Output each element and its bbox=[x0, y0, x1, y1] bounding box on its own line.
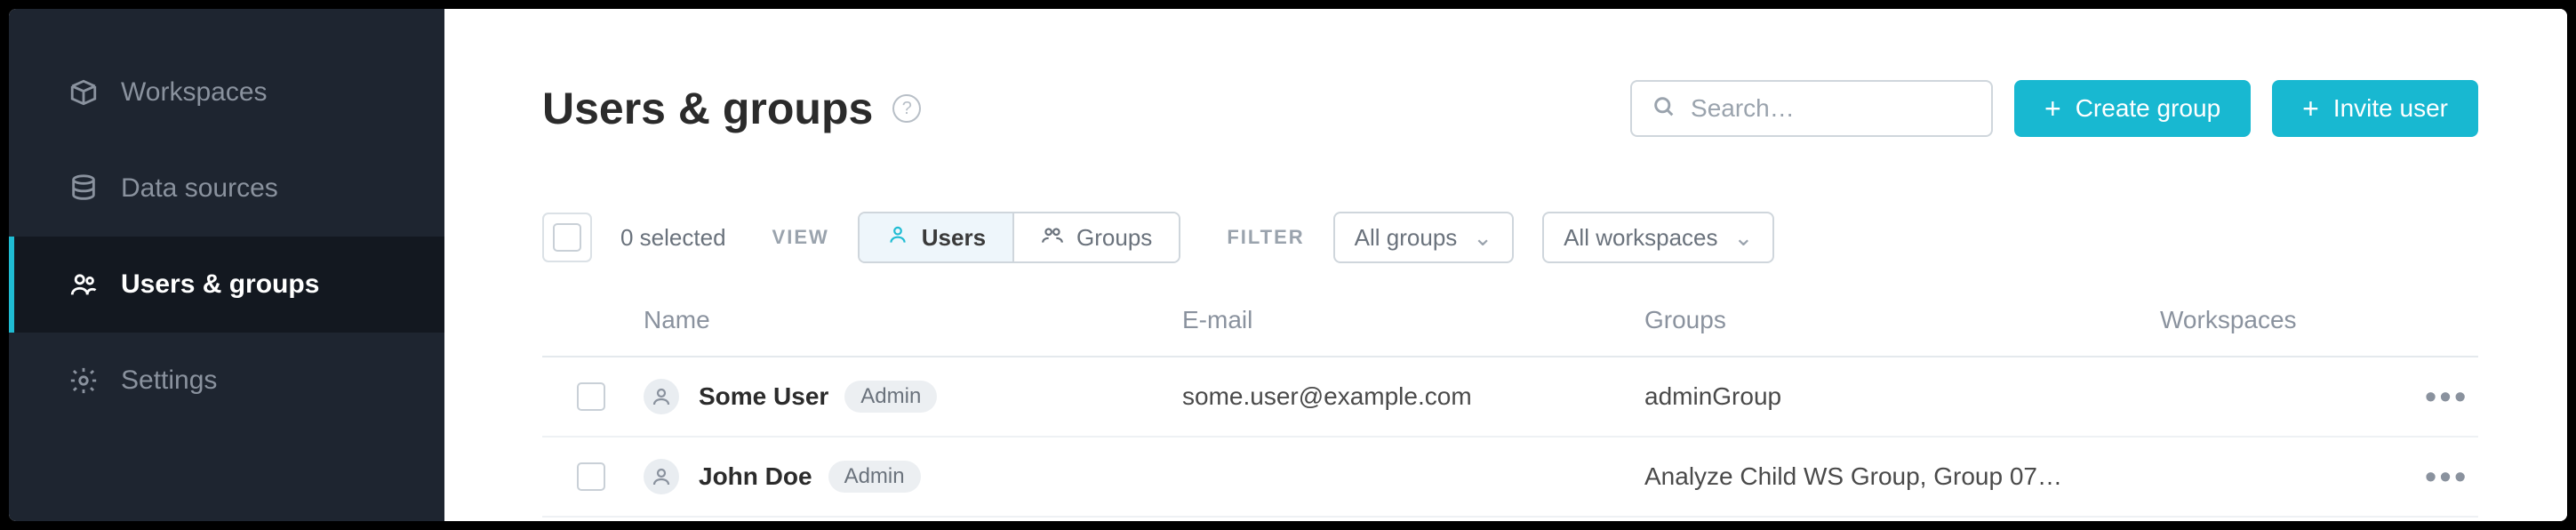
table-row: Some User Admin some.user@example.com ad… bbox=[542, 357, 2478, 438]
sidebar-item-users-groups[interactable]: Users & groups bbox=[9, 237, 444, 333]
button-label: Invite user bbox=[2333, 94, 2448, 123]
sidebar: Workspaces Data sources Users & groups S… bbox=[9, 9, 444, 521]
row-checkbox[interactable] bbox=[577, 382, 605, 411]
user-name[interactable]: John Doe bbox=[699, 462, 812, 491]
role-badge: Admin bbox=[828, 461, 921, 493]
role-badge: Admin bbox=[844, 381, 937, 413]
more-button[interactable]: ••• bbox=[2425, 458, 2478, 494]
select-all-frame bbox=[542, 213, 592, 262]
search-icon bbox=[1652, 94, 1676, 124]
selected-count: 0 selected bbox=[620, 224, 726, 252]
search-box[interactable] bbox=[1630, 80, 1993, 137]
avatar bbox=[644, 379, 679, 414]
title-wrap: Users & groups ? bbox=[542, 83, 921, 134]
gear-icon bbox=[68, 365, 100, 397]
select-all-checkbox[interactable] bbox=[553, 223, 581, 252]
invite-user-button[interactable]: + Invite user bbox=[2272, 80, 2478, 137]
plus-icon: + bbox=[2302, 94, 2319, 123]
tab-groups[interactable]: Groups bbox=[1014, 213, 1179, 261]
filter-label: FILTER bbox=[1227, 226, 1304, 249]
sidebar-item-label: Workspaces bbox=[121, 77, 268, 108]
page-title: Users & groups bbox=[542, 83, 873, 134]
user-email: some.user@example.com bbox=[1182, 382, 1644, 411]
user-icon bbox=[886, 223, 909, 253]
search-input[interactable] bbox=[1691, 94, 2012, 123]
sidebar-item-label: Users & groups bbox=[121, 269, 319, 300]
help-icon[interactable]: ? bbox=[892, 94, 921, 123]
sidebar-item-label: Data sources bbox=[121, 173, 278, 204]
filter-groups-dropdown[interactable]: All groups ⌄ bbox=[1333, 212, 1514, 263]
table-row: John Doe Admin Analyze Child WS Group, G… bbox=[542, 438, 2478, 518]
col-header-groups[interactable]: Groups bbox=[1644, 306, 2160, 334]
sidebar-item-label: Settings bbox=[121, 365, 217, 396]
dropdown-label: All workspaces bbox=[1564, 224, 1717, 252]
button-label: Create group bbox=[2076, 94, 2220, 123]
page-header: Users & groups ? + Create group + Invite… bbox=[542, 80, 2478, 137]
user-name[interactable]: Some User bbox=[699, 382, 828, 411]
header-actions: + Create group + Invite user bbox=[1630, 80, 2478, 137]
more-button[interactable]: ••• bbox=[2425, 378, 2478, 414]
col-header-email[interactable]: E-mail bbox=[1182, 306, 1644, 334]
users-icon bbox=[68, 269, 100, 301]
group-icon bbox=[1041, 223, 1064, 253]
app-frame: Workspaces Data sources Users & groups S… bbox=[9, 9, 2567, 521]
main-content: Users & groups ? + Create group + Invite… bbox=[444, 9, 2567, 521]
create-group-button[interactable]: + Create group bbox=[2014, 80, 2251, 137]
chevron-down-icon: ⌄ bbox=[1734, 224, 1754, 252]
tab-label: Users bbox=[922, 224, 986, 252]
user-groups: Analyze Child WS Group, Group 07… bbox=[1644, 462, 2160, 491]
chevron-down-icon: ⌄ bbox=[1473, 224, 1492, 252]
col-header-workspaces[interactable]: Workspaces bbox=[2160, 306, 2389, 334]
tab-label: Groups bbox=[1076, 224, 1152, 252]
avatar bbox=[644, 459, 679, 494]
filter-workspaces-dropdown[interactable]: All workspaces ⌄ bbox=[1542, 212, 1774, 263]
plus-icon: + bbox=[2044, 94, 2061, 123]
database-icon bbox=[68, 173, 100, 205]
tab-users[interactable]: Users bbox=[860, 213, 1014, 261]
user-groups: adminGroup bbox=[1644, 382, 2160, 411]
sidebar-item-data-sources[interactable]: Data sources bbox=[9, 141, 444, 237]
sidebar-item-workspaces[interactable]: Workspaces bbox=[9, 44, 444, 141]
view-label: VIEW bbox=[772, 226, 829, 249]
dropdown-label: All groups bbox=[1355, 224, 1458, 252]
view-segmented: Users Groups bbox=[858, 212, 1181, 263]
sidebar-item-settings[interactable]: Settings bbox=[9, 333, 444, 429]
col-header-name[interactable]: Name bbox=[640, 306, 1182, 334]
table-header: Name E-mail Groups Workspaces bbox=[542, 306, 2478, 357]
box-icon bbox=[68, 76, 100, 108]
toolbar: 0 selected VIEW Users Groups FILTER bbox=[542, 212, 2478, 263]
row-checkbox[interactable] bbox=[577, 462, 605, 491]
